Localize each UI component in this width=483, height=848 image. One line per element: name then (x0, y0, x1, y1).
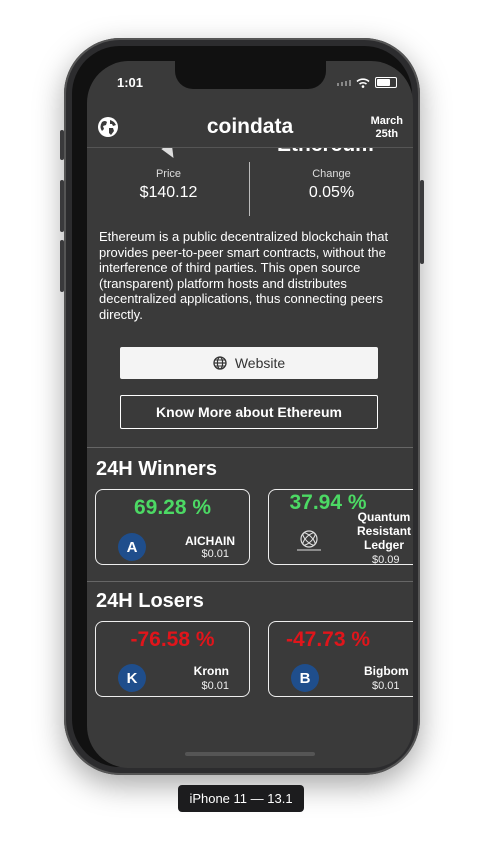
winners-title: 24H Winners (96, 458, 217, 480)
website-label: Website (234, 355, 286, 371)
coin-name: Bigbom (364, 664, 409, 678)
change-stat: Change 0.05% (250, 168, 413, 202)
loser-card[interactable]: -47.73 % B Bigbom $0.01 (268, 621, 413, 697)
nav-bar: coindata March 25th (87, 107, 413, 148)
date-month: March (370, 115, 403, 127)
change-label: Change (312, 168, 351, 180)
status-icons (337, 77, 397, 88)
percent-change: -76.58 % (130, 628, 215, 651)
app-title: coindata (206, 115, 294, 138)
status-time: 1:01 (117, 75, 144, 90)
phone-bezel: 1:01 coindata March 25th Price $140.12 C… (72, 46, 413, 768)
date-day: 25th (375, 128, 399, 140)
coin-name-line: Resistant (357, 524, 412, 538)
section-divider (87, 581, 413, 582)
price-value: $140.12 (139, 184, 198, 201)
winner-card[interactable]: 69.28 % A AICHAIN $0.01 (95, 489, 250, 565)
date-label: March 25th (371, 115, 403, 141)
coin-name-line: Quantum (357, 510, 411, 524)
coin-avatar: K (118, 664, 146, 692)
device-label: iPhone 11 — 13.1 (178, 785, 304, 812)
coin-avatar: A (118, 533, 146, 561)
website-button[interactable]: Website (120, 347, 378, 379)
home-indicator[interactable] (185, 752, 315, 756)
know-more-button[interactable]: Know More about Ethereum (120, 395, 378, 429)
loser-card[interactable]: -76.58 % K Kronn $0.01 (95, 621, 250, 697)
coin-price: $0.01 (201, 548, 229, 560)
coin-name: Quantum Resistant Ledger (357, 510, 411, 552)
percent-change: 69.28 % (133, 496, 212, 519)
coin-name-line: Ledger (364, 538, 405, 552)
power-button (420, 180, 424, 264)
coin-avatar: B (291, 664, 319, 692)
globe-outline-icon (213, 356, 227, 370)
mute-switch (60, 130, 64, 160)
coin-description: Ethereum is a public decentralized block… (99, 229, 389, 322)
percent-change: -47.73 % (285, 628, 371, 651)
notch (175, 61, 326, 89)
losers-title: 24H Losers (96, 590, 204, 612)
quantum-ledger-logo-icon (297, 530, 321, 551)
signal-icon (337, 79, 351, 86)
wifi-icon (356, 77, 370, 88)
coin-price: $0.01 (201, 680, 229, 692)
volume-up-button (60, 180, 64, 232)
section-divider (87, 447, 413, 448)
price-stat: Price $140.12 (87, 168, 250, 202)
price-label: Price (155, 168, 182, 180)
coin-name: AICHAIN (185, 534, 235, 548)
coin-price: $0.01 (372, 680, 400, 692)
coin-name: Kronn (193, 664, 229, 678)
phone-frame: 1:01 coindata March 25th Price $140.12 C… (60, 38, 424, 775)
battery-icon (375, 77, 397, 88)
volume-down-button (60, 240, 64, 292)
change-value: 0.05% (308, 184, 355, 201)
winner-card[interactable]: 37.94 % Quantum Resistant Ledger $0.09 (268, 489, 413, 566)
coin-stats: Price $140.12 Change 0.05% (87, 160, 413, 216)
screen: 1:01 coindata March 25th Price $140.12 C… (87, 61, 413, 768)
coin-price: $0.09 (372, 554, 400, 566)
